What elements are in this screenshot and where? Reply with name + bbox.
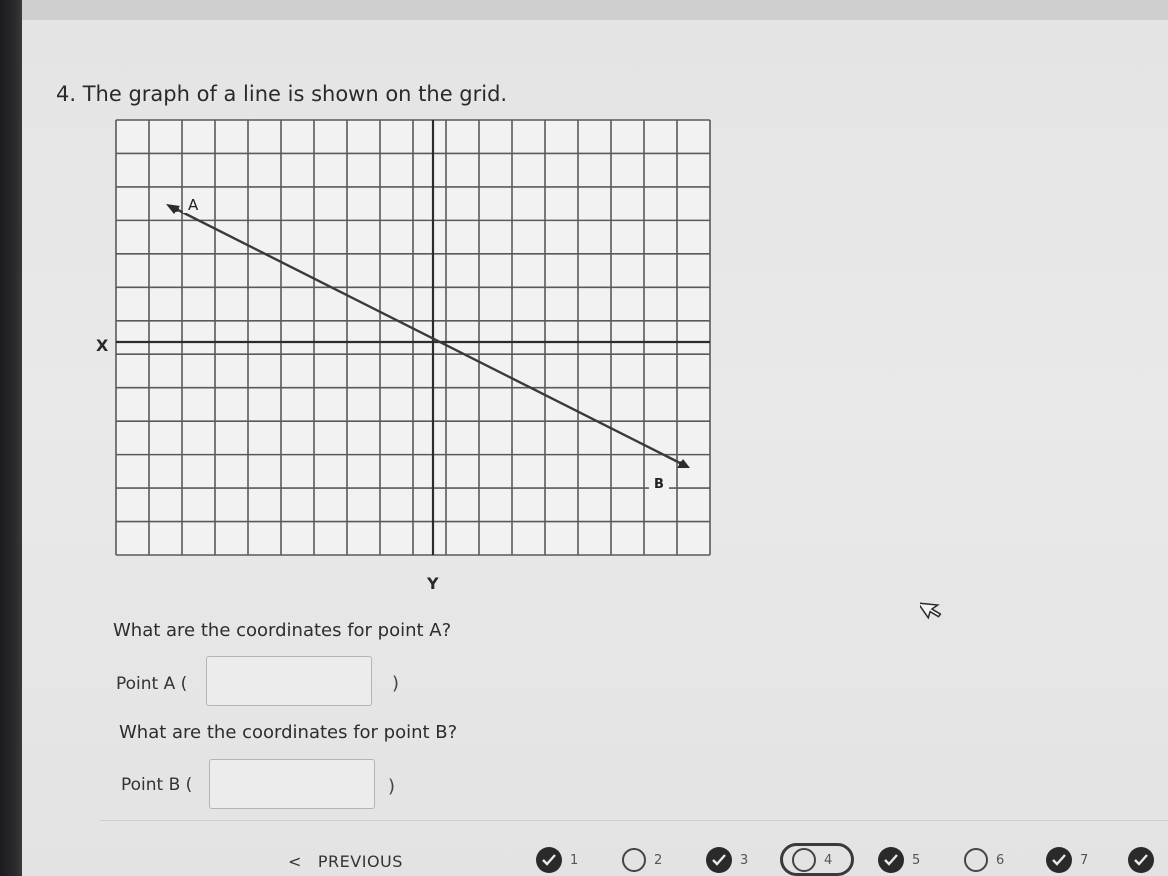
mouse-pointer-icon bbox=[920, 602, 942, 620]
previous-button[interactable]: < PREVIOUS bbox=[288, 852, 403, 871]
question-nav-7[interactable]: 7 bbox=[1046, 844, 1088, 876]
question-number: 1 bbox=[570, 852, 579, 868]
chevron-left-icon: < bbox=[288, 852, 302, 871]
x-axis-label: X bbox=[96, 336, 109, 355]
question-nav-6[interactable]: 6 bbox=[964, 844, 1004, 876]
point-a-dot bbox=[173, 206, 179, 212]
question-number: 4 bbox=[824, 852, 833, 868]
point-b-input[interactable] bbox=[209, 759, 375, 809]
unanswered-circle-icon bbox=[792, 848, 816, 872]
unanswered-circle-icon bbox=[622, 848, 646, 872]
question-number: 3 bbox=[740, 852, 749, 868]
question-number: 6 bbox=[996, 852, 1005, 868]
point-a-label: A bbox=[188, 196, 199, 214]
check-icon bbox=[1046, 847, 1072, 873]
question-number: 5 bbox=[912, 852, 921, 868]
unanswered-circle-icon bbox=[964, 848, 988, 872]
check-icon bbox=[1128, 847, 1154, 873]
question-nav-1[interactable]: 1 bbox=[536, 844, 578, 876]
grid-lines bbox=[115, 119, 711, 556]
point-b-label: B bbox=[654, 477, 664, 492]
y-axis-label: Y bbox=[426, 574, 439, 593]
question-nav-next[interactable] bbox=[1128, 844, 1154, 876]
question-nav-4[interactable]: 4 bbox=[792, 844, 832, 876]
check-icon bbox=[536, 847, 562, 873]
check-icon bbox=[878, 847, 904, 873]
point-a-label-text: Point A ( bbox=[116, 674, 188, 694]
point-b-dot bbox=[679, 461, 685, 467]
point-b-close-paren: ) bbox=[388, 776, 396, 797]
question-nav-3[interactable]: 3 bbox=[706, 844, 748, 876]
question-nav-2[interactable]: 2 bbox=[622, 844, 662, 876]
point-a-input[interactable] bbox=[206, 656, 372, 706]
point-a-question: What are the coordinates for point A? bbox=[113, 620, 452, 641]
point-a-close-paren: ) bbox=[392, 673, 400, 694]
coordinate-grid: A B X Y bbox=[96, 119, 711, 593]
check-icon bbox=[706, 847, 732, 873]
previous-label: PREVIOUS bbox=[317, 852, 403, 871]
question-number: 2 bbox=[654, 852, 663, 868]
nav-divider bbox=[100, 820, 1168, 821]
question-number: 7 bbox=[1080, 852, 1089, 868]
point-b-label-text: Point B ( bbox=[121, 775, 193, 795]
question-nav-5[interactable]: 5 bbox=[878, 844, 920, 876]
point-b-question: What are the coordinates for point B? bbox=[119, 722, 458, 743]
